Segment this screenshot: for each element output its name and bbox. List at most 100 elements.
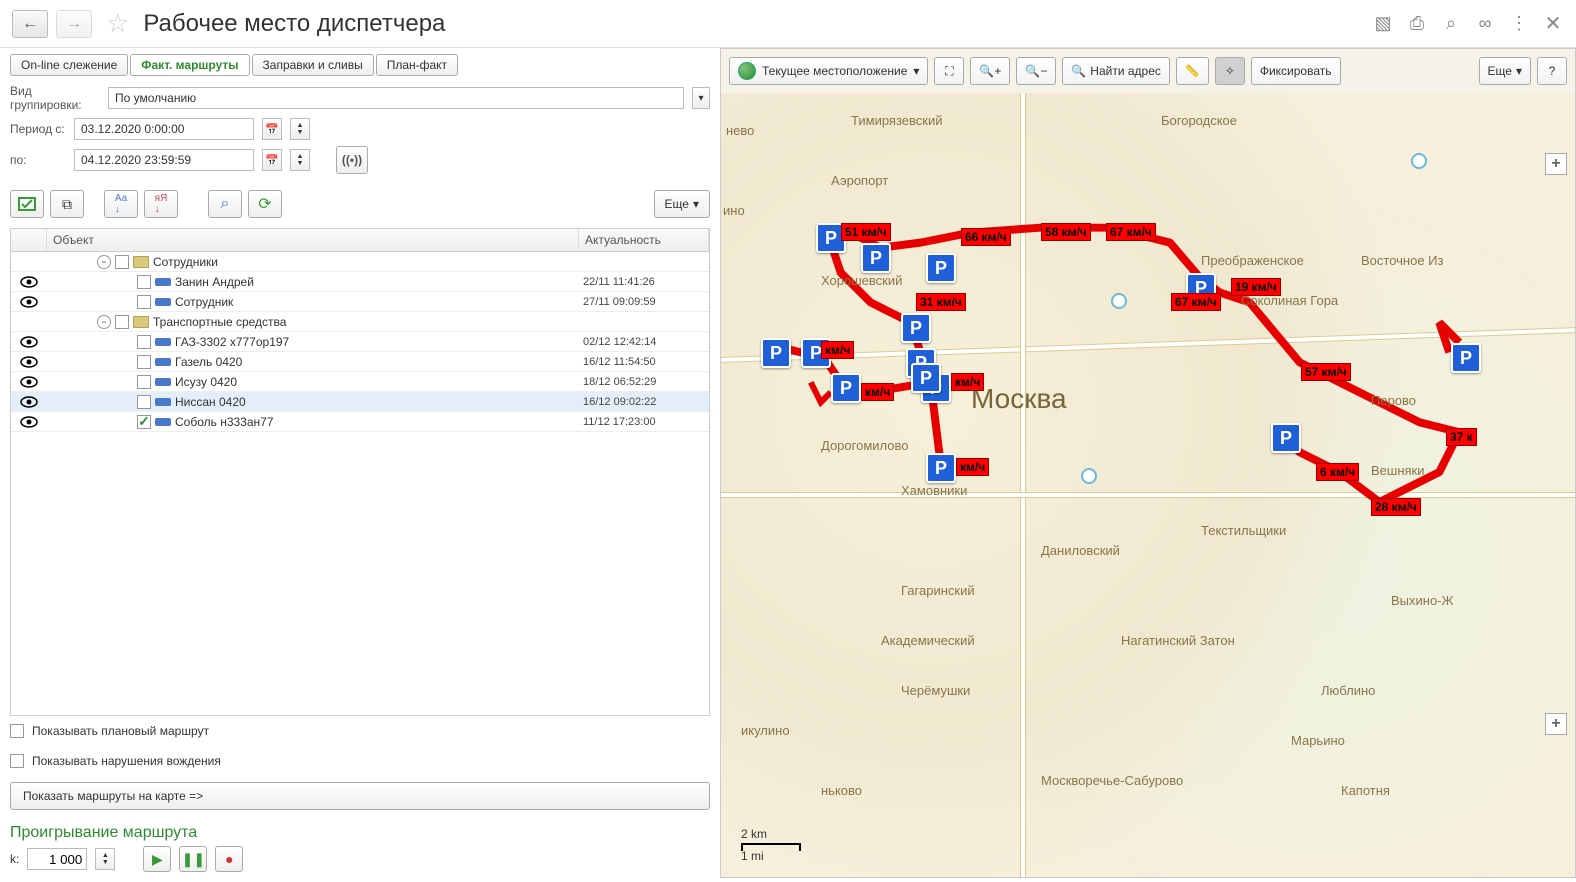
map-zoomout-button[interactable]: 🔍− xyxy=(1016,57,1056,85)
checkbox[interactable] xyxy=(115,255,129,269)
group-select[interactable]: По умолчанию xyxy=(108,87,684,109)
map-place-label: Москворечье-Сабурово xyxy=(1041,773,1183,788)
eye-icon[interactable] xyxy=(20,276,38,288)
reload-button[interactable]: ⟳ xyxy=(248,190,282,218)
k-input[interactable] xyxy=(27,848,87,870)
close-icon[interactable]: ✕ xyxy=(1542,13,1564,35)
nav-back[interactable]: ← xyxy=(12,10,48,38)
calendar-icon[interactable]: 📅 xyxy=(262,149,282,171)
eye-icon[interactable] xyxy=(20,296,38,308)
save-icon[interactable]: ▧ xyxy=(1372,13,1394,35)
vehicle-icon xyxy=(155,298,171,306)
parking-icon[interactable]: P xyxy=(1451,343,1481,373)
checkbox[interactable] xyxy=(137,355,151,369)
collapse-icon[interactable]: − xyxy=(97,315,111,329)
parking-icon[interactable]: P xyxy=(1271,423,1301,453)
parking-icon[interactable]: P xyxy=(911,363,941,393)
preview-icon[interactable]: ⌕ xyxy=(1440,13,1462,35)
eye-icon[interactable] xyxy=(20,336,38,348)
eye-icon[interactable] xyxy=(20,376,38,388)
checkbox[interactable] xyxy=(115,315,129,329)
play-button[interactable]: ▶ xyxy=(143,846,171,872)
map-place-label: ино xyxy=(723,203,745,218)
col-object[interactable]: Объект xyxy=(47,229,579,251)
search-button[interactable]: ⌕ xyxy=(208,190,242,218)
checkbox[interactable] xyxy=(137,395,151,409)
more-button[interactable]: Еще▾ xyxy=(654,190,710,218)
group-select-arrow[interactable]: ▾ xyxy=(692,87,710,109)
parking-icon[interactable]: P xyxy=(761,338,791,368)
eye-icon[interactable] xyxy=(20,416,38,428)
map-layers-button[interactable]: Текущее местоположение ▾ xyxy=(729,57,928,85)
period-to-input[interactable]: 04.12.2020 23:59:59 xyxy=(74,149,254,171)
parking-icon[interactable]: P xyxy=(926,453,956,483)
checkbox[interactable] xyxy=(137,335,151,349)
period-from-input[interactable]: 03.12.2020 0:00:00 xyxy=(74,118,254,140)
object-row[interactable]: Занин Андрей 22/11 11:41:26 xyxy=(11,272,709,292)
object-row[interactable]: Исузу 0420 18/12 06:52:29 xyxy=(11,372,709,392)
map-help-button[interactable]: ? xyxy=(1537,57,1567,85)
object-row[interactable]: Ниссан 0420 16/12 09:02:22 xyxy=(11,392,709,412)
menu-icon[interactable]: ⋮ xyxy=(1508,13,1530,35)
eye-icon[interactable] xyxy=(20,396,38,408)
checkbox-show-planned[interactable] xyxy=(10,724,24,738)
tab-fact-routes[interactable]: Факт. маршруты xyxy=(130,54,249,76)
group-row[interactable]: −Транспортные средства xyxy=(11,312,709,332)
parking-icon[interactable]: P xyxy=(926,253,956,283)
object-row[interactable]: Сотрудник 27/11 09:09:59 xyxy=(11,292,709,312)
find-address-button[interactable]: 🔍Найти адрес xyxy=(1062,57,1170,85)
parking-icon[interactable]: P xyxy=(861,243,891,273)
period-to-label: по: xyxy=(10,153,66,167)
zoom-in-button[interactable]: + xyxy=(1545,153,1567,175)
checkbox-show-violations[interactable] xyxy=(10,754,24,768)
map-place-label: Гагаринский xyxy=(901,583,975,598)
checkbox[interactable]: ✓ xyxy=(137,415,151,429)
polygon-button[interactable]: ✧ xyxy=(1215,57,1245,85)
map-fullextent-button[interactable]: ⛶ xyxy=(934,57,964,85)
speed-label: 67 км/ч xyxy=(1106,223,1156,241)
sort-desc-button[interactable]: яЯ↓ xyxy=(144,190,178,218)
object-row[interactable]: ✓Соболь н333ан77 11/12 17:23:00 xyxy=(11,412,709,432)
fix-button[interactable]: Фиксировать xyxy=(1251,57,1341,85)
k-spinner[interactable]: ▲▼ xyxy=(95,848,115,870)
calendar-icon[interactable]: 📅 xyxy=(262,118,282,140)
globe-icon xyxy=(738,62,756,80)
speed-label: 67 км/ч xyxy=(1171,293,1221,311)
checkbox[interactable] xyxy=(137,275,151,289)
nav-forward[interactable]: → xyxy=(56,10,92,38)
favorite-star-icon[interactable]: ☆ xyxy=(106,8,129,39)
record-button[interactable]: ● xyxy=(215,846,243,872)
period-from-label: Период с: xyxy=(10,122,66,136)
objects-grid: Объект Актуальность −Сотрудники Занин Ан… xyxy=(10,228,710,716)
collapse-icon[interactable]: − xyxy=(97,255,111,269)
tab-fuel[interactable]: Заправки и сливы xyxy=(252,54,374,76)
checkbox[interactable] xyxy=(137,375,151,389)
parking-icon[interactable]: P xyxy=(901,313,931,343)
select-all-button[interactable] xyxy=(10,190,44,218)
map-canvas[interactable]: Москва невоТимирязевскийБогородскоеАэроп… xyxy=(721,93,1575,877)
print-icon[interactable]: ⎙ xyxy=(1406,13,1428,35)
ruler-button[interactable]: 📏 xyxy=(1176,57,1209,85)
object-row[interactable]: ГАЗ-3302 х777ор197 02/12 12:42:14 xyxy=(11,332,709,352)
map-more-button[interactable]: Еще ▾ xyxy=(1479,57,1531,85)
group-row[interactable]: −Сотрудники xyxy=(11,252,709,272)
spinner-to[interactable]: ▲▼ xyxy=(290,149,310,171)
copy-button[interactable]: ⧉ xyxy=(50,190,84,218)
zoom-out-button[interactable]: + xyxy=(1545,713,1567,735)
tab-online[interactable]: On-line слежение xyxy=(10,54,128,76)
show-routes-button[interactable]: Показать маршруты на карте => xyxy=(10,782,710,810)
tab-plan-fact[interactable]: План-факт xyxy=(376,54,458,76)
eye-icon[interactable] xyxy=(20,356,38,368)
sort-asc-button[interactable]: Аа↓ xyxy=(104,190,138,218)
k-label: k: xyxy=(10,852,19,866)
checkbox[interactable] xyxy=(137,295,151,309)
refresh-range-button[interactable]: ((•)) xyxy=(336,146,368,174)
speed-label: 6 км/ч xyxy=(1316,463,1359,481)
parking-icon[interactable]: P xyxy=(831,373,861,403)
map-zoomin-button[interactable]: 🔍+ xyxy=(970,57,1010,85)
pause-button[interactable]: ❚❚ xyxy=(179,846,207,872)
col-date[interactable]: Актуальность xyxy=(579,229,709,251)
object-row[interactable]: Газель 0420 16/12 11:54:50 xyxy=(11,352,709,372)
link-icon[interactable]: ∞ xyxy=(1474,13,1496,35)
spinner-from[interactable]: ▲▼ xyxy=(290,118,310,140)
